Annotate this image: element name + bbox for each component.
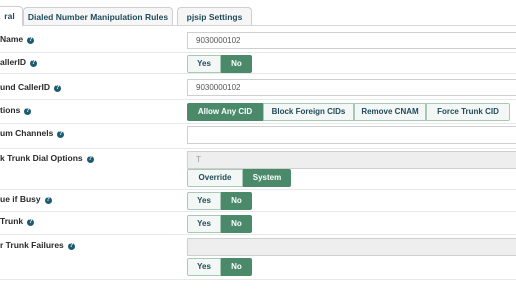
block-foreign-cids-button[interactable]: Block Foreign CIDs bbox=[263, 103, 354, 121]
disable-trunk-toggle: Yes No bbox=[187, 215, 252, 233]
row-cid-options: tions? Allow Any CID Block Foreign CIDs … bbox=[0, 100, 516, 124]
row-outbound-callerid: und CallerID? 9030000102 bbox=[0, 74, 516, 100]
continue-if-busy-yes-button[interactable]: Yes bbox=[187, 192, 221, 210]
row-maximum-channels: um Channels? bbox=[0, 124, 516, 149]
monitor-trunk-failures-yes-button[interactable]: Yes bbox=[187, 258, 221, 276]
monitor-trunk-failures-toggle: Yes No bbox=[187, 258, 252, 276]
disable-trunk-yes-button[interactable]: Yes bbox=[187, 215, 221, 233]
help-icon[interactable]: ? bbox=[57, 131, 65, 138]
outbound-callerid-label: und CallerID? bbox=[0, 82, 62, 92]
hide-callerid-yes-button[interactable]: Yes bbox=[187, 55, 221, 73]
help-icon[interactable]: ? bbox=[27, 37, 35, 44]
cid-options-label: tions? bbox=[0, 105, 32, 115]
hide-callerid-no-button[interactable]: No bbox=[221, 55, 252, 73]
disable-trunk-no-button[interactable]: No bbox=[221, 215, 252, 233]
help-icon[interactable]: ? bbox=[27, 219, 35, 226]
tab-pjsip-settings[interactable]: pjsip Settings bbox=[177, 7, 252, 25]
help-icon[interactable]: ? bbox=[54, 85, 62, 92]
maximum-channels-label: um Channels? bbox=[0, 128, 65, 138]
maximum-channels-input[interactable] bbox=[187, 126, 516, 144]
system-button[interactable]: System bbox=[243, 169, 291, 187]
hide-callerid-toggle: Yes No bbox=[187, 55, 252, 73]
tab-bar: ral Dialed Number Manipulation Rules pjs… bbox=[0, 0, 516, 26]
row-trunk-name: Name? 9030000102 bbox=[0, 26, 516, 53]
force-trunk-cid-button[interactable]: Force Trunk CID bbox=[426, 103, 510, 121]
tab-dialed-number-manipulation-rules[interactable]: Dialed Number Manipulation Rules bbox=[23, 7, 173, 25]
monitor-trunk-failures-no-button[interactable]: No bbox=[221, 258, 252, 276]
row-disable-trunk: Trunk? Yes No bbox=[0, 212, 516, 235]
outbound-callerid-input[interactable]: 9030000102 bbox=[187, 79, 516, 96]
help-icon[interactable]: ? bbox=[24, 108, 32, 115]
help-icon[interactable]: ? bbox=[86, 156, 94, 163]
help-icon[interactable]: ? bbox=[44, 197, 52, 204]
trunk-name-label: Name? bbox=[0, 34, 35, 44]
disable-trunk-label: Trunk? bbox=[0, 216, 35, 226]
monitor-trunk-failures-label: r Trunk Failures? bbox=[0, 240, 75, 250]
row-dial-options: k Trunk Dial Options? T Override System bbox=[0, 149, 516, 190]
cid-options-group: Allow Any CID Block Foreign CIDs Remove … bbox=[187, 103, 510, 121]
trunk-name-input[interactable]: 9030000102 bbox=[187, 32, 516, 49]
row-continue-if-busy: ue if Busy? Yes No bbox=[0, 190, 516, 212]
help-icon[interactable]: ? bbox=[67, 243, 75, 250]
continue-if-busy-label: ue if Busy? bbox=[0, 194, 52, 204]
help-icon[interactable]: ? bbox=[30, 60, 37, 67]
continue-if-busy-no-button[interactable]: No bbox=[221, 192, 252, 210]
allow-any-cid-button[interactable]: Allow Any CID bbox=[187, 103, 263, 121]
dial-options-label: k Trunk Dial Options? bbox=[0, 153, 94, 163]
continue-if-busy-toggle: Yes No bbox=[187, 192, 252, 210]
override-button[interactable]: Override bbox=[187, 169, 243, 187]
dial-options-input: T bbox=[187, 151, 516, 169]
hide-callerid-label: allerID? bbox=[0, 57, 37, 67]
tab-general[interactable]: ral bbox=[0, 6, 23, 26]
remove-cnam-button[interactable]: Remove CNAM bbox=[354, 103, 426, 121]
dial-options-mode-group: Override System bbox=[187, 169, 291, 187]
monitor-trunk-failures-input bbox=[187, 238, 516, 256]
row-monitor-trunk-failures: r Trunk Failures? Yes No bbox=[0, 235, 516, 280]
row-hide-callerid: allerID? Yes No bbox=[0, 53, 516, 74]
